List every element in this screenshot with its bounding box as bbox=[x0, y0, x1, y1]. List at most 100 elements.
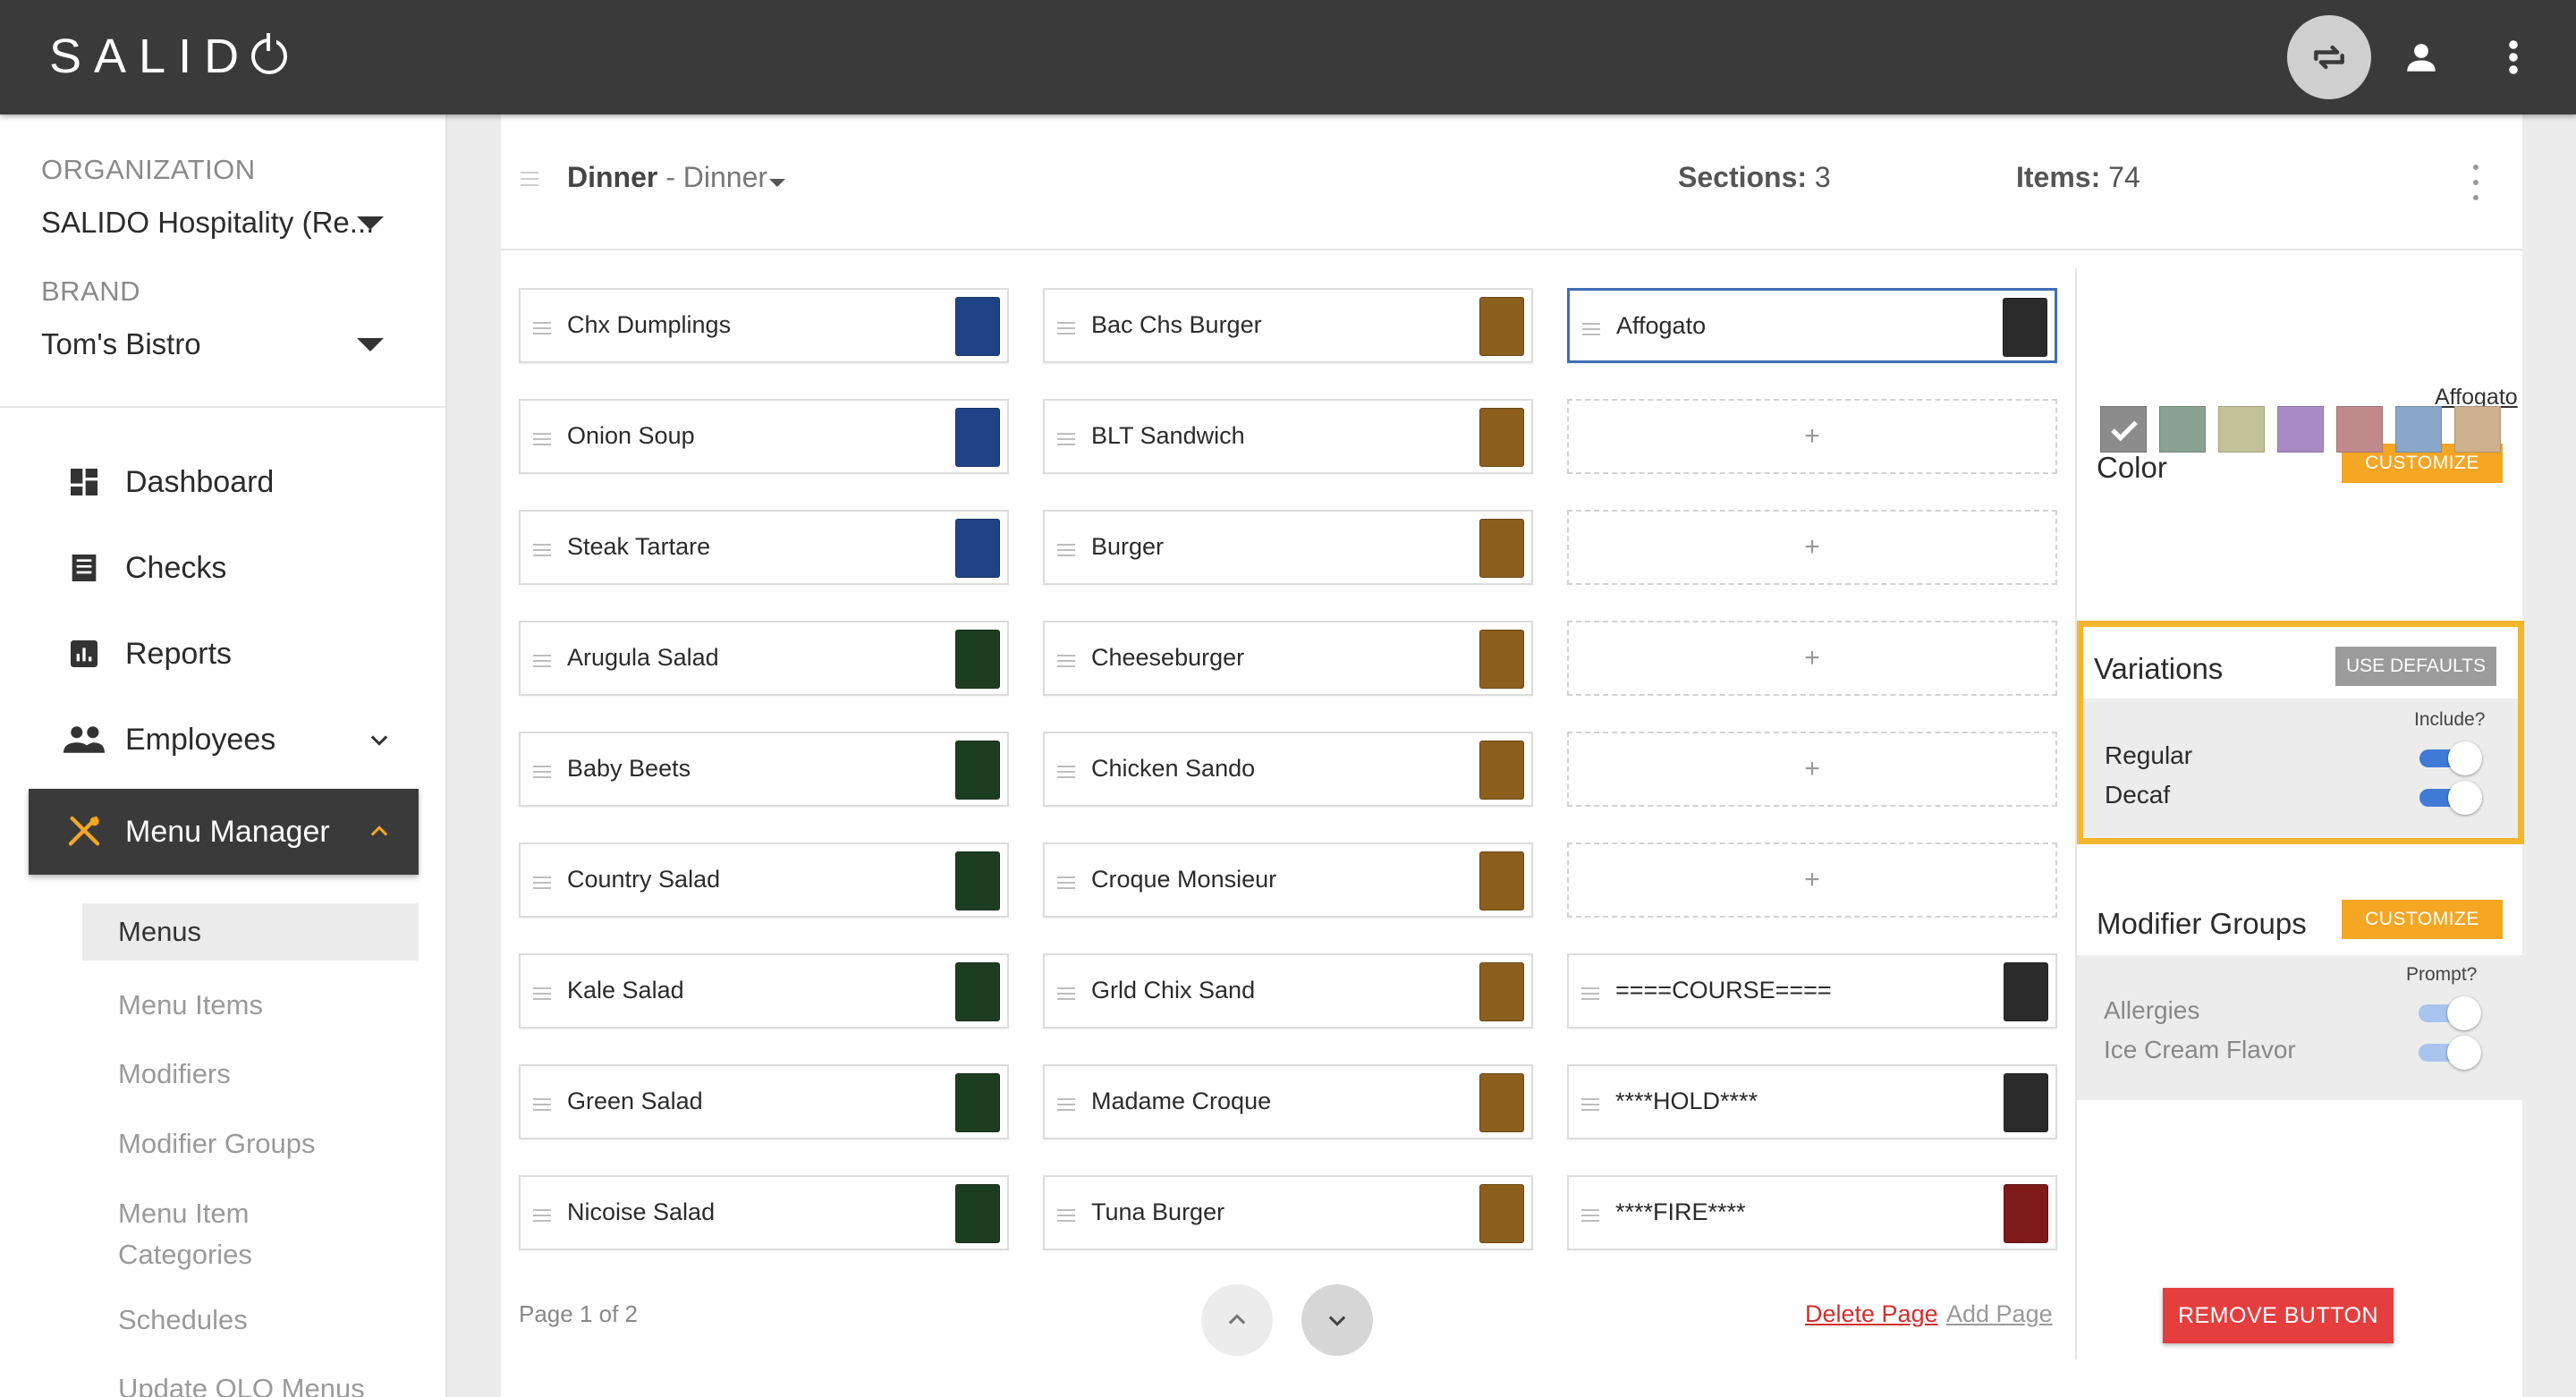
menu-button[interactable]: Affogato bbox=[1567, 288, 2057, 363]
color-option[interactable] bbox=[2277, 406, 2324, 453]
salido-logo[interactable]: SALID bbox=[49, 29, 288, 84]
modifier-customize-button[interactable]: CUSTOMIZE bbox=[2342, 900, 2503, 939]
drag-handle-icon[interactable] bbox=[533, 433, 551, 449]
menu-button-label: BLT Sandwich bbox=[1091, 422, 1245, 449]
color-option[interactable] bbox=[2454, 406, 2501, 453]
nav-employees[interactable]: Employees bbox=[29, 697, 419, 783]
more-menu-button[interactable] bbox=[2485, 29, 2542, 86]
color-swatch bbox=[1479, 519, 1524, 578]
modifier-groups-heading: Modifier Groups bbox=[2097, 907, 2307, 940]
drag-handle-icon[interactable] bbox=[1057, 655, 1075, 671]
menu-button[interactable]: ****HOLD**** bbox=[1567, 1064, 2057, 1139]
drag-handle-icon[interactable] bbox=[533, 1098, 551, 1114]
color-option[interactable] bbox=[2159, 406, 2206, 453]
color-swatch bbox=[1479, 851, 1524, 910]
subnav-modifier-groups[interactable]: Modifier Groups bbox=[82, 1123, 419, 1164]
menu-button[interactable]: ****FIRE**** bbox=[1567, 1175, 2057, 1250]
account-button[interactable] bbox=[2393, 29, 2450, 86]
color-option[interactable] bbox=[2218, 406, 2265, 453]
nav-menu-manager[interactable]: Menu Manager bbox=[29, 789, 419, 875]
menu-button[interactable]: Burger bbox=[1043, 510, 1533, 585]
add-page-link[interactable]: Add Page bbox=[1946, 1300, 2053, 1328]
organization-select[interactable]: SALIDO Hospitality (Re... bbox=[41, 206, 374, 240]
drag-handle-icon[interactable] bbox=[1581, 987, 1599, 1003]
menu-button[interactable]: Grld Chix Sand bbox=[1043, 953, 1533, 1029]
nav-checks[interactable]: Checks bbox=[29, 525, 419, 611]
drag-handle-icon[interactable] bbox=[521, 172, 538, 190]
menu-button[interactable]: Arugula Salad bbox=[519, 621, 1009, 696]
menu-button[interactable]: ====COURSE==== bbox=[1567, 953, 2057, 1029]
drag-handle-icon[interactable] bbox=[1581, 1209, 1599, 1225]
color-swatch bbox=[1479, 630, 1524, 689]
menu-button[interactable]: Onion Soup bbox=[519, 399, 1009, 474]
drag-handle-icon[interactable] bbox=[1057, 544, 1075, 560]
drag-handle-icon[interactable] bbox=[1057, 433, 1075, 449]
variation-regular: Regular bbox=[2105, 741, 2193, 769]
menu-button[interactable]: Baby Beets bbox=[519, 732, 1009, 807]
drag-handle-icon[interactable] bbox=[533, 876, 551, 893]
drag-handle-icon[interactable] bbox=[1057, 766, 1075, 782]
empty-slot[interactable]: + bbox=[1567, 732, 2057, 807]
menu-button[interactable]: Tuna Burger bbox=[1043, 1175, 1533, 1250]
regular-include-toggle[interactable] bbox=[2416, 738, 2484, 775]
subnav-schedules[interactable]: Schedules bbox=[82, 1300, 419, 1341]
drag-handle-icon[interactable] bbox=[1057, 876, 1075, 893]
drag-handle-icon[interactable] bbox=[533, 544, 551, 560]
menu-button[interactable]: Steak Tartare bbox=[519, 510, 1009, 585]
menu-button[interactable]: Bac Chs Burger bbox=[1043, 288, 1533, 363]
drag-handle-icon[interactable] bbox=[533, 655, 551, 671]
subnav-menus[interactable]: Menus bbox=[82, 903, 419, 961]
drag-handle-icon[interactable] bbox=[533, 322, 551, 338]
drag-handle-icon[interactable] bbox=[1057, 322, 1075, 338]
menu-button[interactable]: Madame Croque bbox=[1043, 1064, 1533, 1139]
delete-page-link[interactable]: Delete Page bbox=[1805, 1300, 1938, 1328]
color-option-selected[interactable] bbox=[2100, 406, 2147, 453]
color-option[interactable] bbox=[2336, 406, 2383, 453]
drag-handle-icon[interactable] bbox=[533, 766, 551, 782]
brand-select[interactable]: Tom's Bistro bbox=[41, 327, 201, 361]
menu-button[interactable]: Nicoise Salad bbox=[519, 1175, 1009, 1250]
ice-cream-prompt-toggle[interactable] bbox=[2415, 1032, 2483, 1070]
drag-handle-icon[interactable] bbox=[1057, 1098, 1075, 1114]
menu-button[interactable]: Chx Dumplings bbox=[519, 288, 1009, 363]
menu-title[interactable]: Dinner - Dinner bbox=[567, 161, 767, 194]
empty-slot[interactable]: + bbox=[1567, 399, 2057, 474]
brand-caret-icon[interactable] bbox=[357, 338, 384, 351]
organization-caret-icon[interactable] bbox=[357, 216, 384, 230]
drag-handle-icon[interactable] bbox=[1581, 1098, 1599, 1114]
variations-panel: Variations USE DEFAULTS Include? Regular… bbox=[2077, 621, 2524, 844]
menu-button[interactable]: Chicken Sando bbox=[1043, 732, 1533, 807]
drag-handle-icon[interactable] bbox=[1057, 987, 1075, 1003]
allergies-prompt-toggle[interactable] bbox=[2415, 993, 2483, 1030]
menu-button[interactable]: BLT Sandwich bbox=[1043, 399, 1533, 474]
subnav-update-olo-menus[interactable]: Update OLO Menus bbox=[82, 1368, 419, 1397]
page-down-button[interactable] bbox=[1301, 1284, 1373, 1356]
empty-slot[interactable]: + bbox=[1567, 510, 2057, 585]
menu-button[interactable]: Kale Salad bbox=[519, 953, 1009, 1029]
menu-button[interactable]: Green Salad bbox=[519, 1064, 1009, 1139]
menu-caret-icon[interactable] bbox=[769, 179, 785, 187]
use-defaults-button[interactable]: USE DEFAULTS bbox=[2335, 647, 2496, 686]
subnav-modifiers[interactable]: Modifiers bbox=[82, 1054, 419, 1095]
empty-slot[interactable]: + bbox=[1567, 842, 2057, 918]
drag-handle-icon[interactable] bbox=[533, 1209, 551, 1225]
drag-handle-icon[interactable] bbox=[533, 987, 551, 1003]
drag-handle-icon[interactable] bbox=[1582, 323, 1600, 339]
drag-handle-icon[interactable] bbox=[1057, 1209, 1075, 1225]
switch-location-button[interactable] bbox=[2287, 15, 2371, 99]
color-option[interactable] bbox=[2395, 406, 2442, 453]
remove-button[interactable]: REMOVE BUTTON bbox=[2163, 1288, 2394, 1343]
menu-button[interactable]: Cheeseburger bbox=[1043, 621, 1533, 696]
color-heading: Color bbox=[2097, 451, 2167, 484]
decaf-include-toggle[interactable] bbox=[2416, 777, 2484, 815]
empty-slot[interactable]: + bbox=[1567, 621, 2057, 696]
nav-reports[interactable]: Reports bbox=[29, 611, 419, 697]
menu-more-icon[interactable] bbox=[2469, 165, 2483, 200]
subnav-menu-items[interactable]: Menu Items bbox=[82, 985, 419, 1026]
subnav-menu-item-categories[interactable]: Menu Item Categories bbox=[82, 1193, 315, 1275]
menu-button[interactable]: Country Salad bbox=[519, 842, 1009, 918]
nav-dashboard[interactable]: Dashboard bbox=[29, 439, 419, 525]
page-up-button[interactable] bbox=[1201, 1284, 1273, 1356]
menu-button[interactable]: Croque Monsieur bbox=[1043, 842, 1533, 918]
menu-button-label: Affogato bbox=[1616, 312, 1707, 339]
